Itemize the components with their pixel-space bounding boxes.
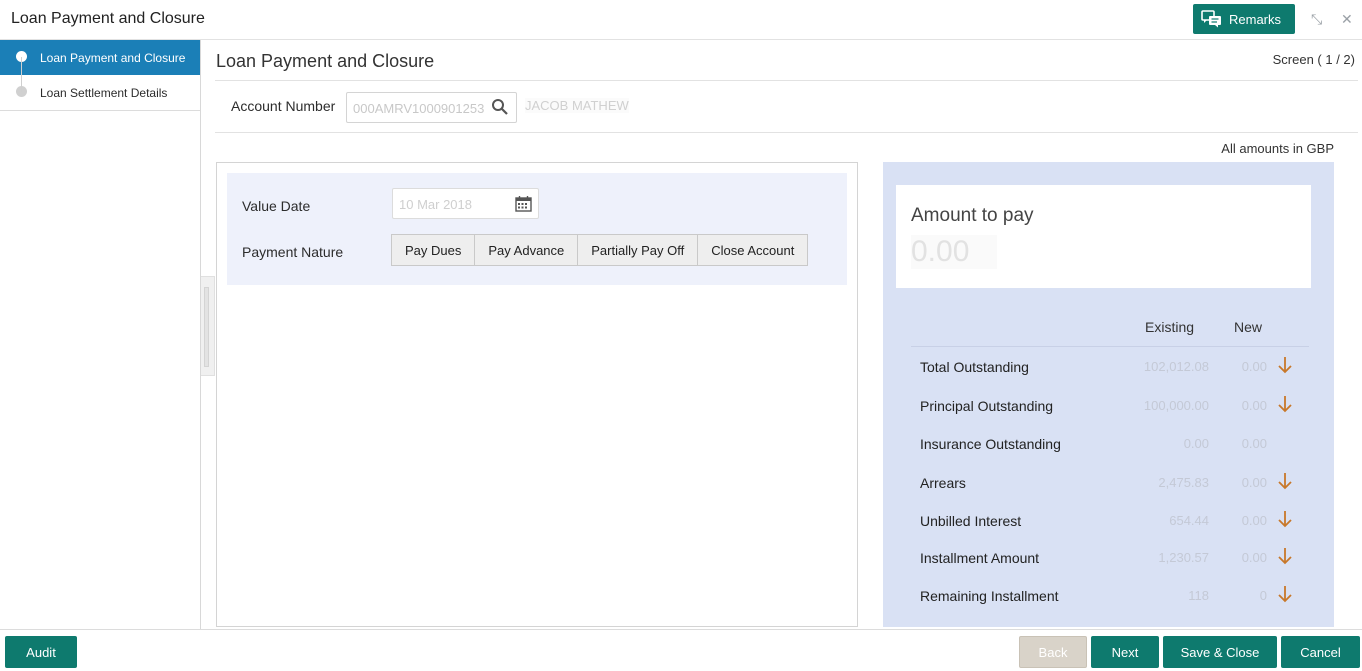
summary-row: Unbilled Interest 654.44 0.00 — [920, 511, 1320, 531]
arrow-down-icon — [1278, 396, 1292, 413]
summary-row-new: 0.00 — [1241, 359, 1267, 374]
summary-row: Arrears 2,475.83 0.00 — [920, 473, 1320, 493]
account-divider — [215, 132, 1358, 133]
account-number-value: 000AMRV1000901253 — [353, 101, 485, 116]
summary-row-new: 0.00 — [1241, 475, 1267, 490]
steps-sidebar: Loan Payment and Closure Loan Settlement… — [0, 40, 201, 629]
summary-row-existing: 118 — [1188, 588, 1209, 603]
partially-pay-off-option[interactable]: Partially Pay Off — [577, 234, 699, 266]
window-title: Loan Payment and Closure — [11, 10, 205, 27]
summary-row-existing: 1,230.57 — [1158, 550, 1209, 565]
summary-row-new: 0 — [1259, 588, 1267, 603]
new-column-header: New — [1234, 319, 1263, 335]
value-date-field[interactable]: 10 Mar 2018 — [392, 188, 539, 219]
splitter-grip — [204, 287, 209, 367]
arrow-down-icon — [1278, 473, 1292, 490]
payment-input-area: Value Date 10 Mar 2018 Payment Nature Pa… — [227, 173, 847, 285]
summary-row: Installment Amount 1,230.57 0.00 — [920, 548, 1320, 568]
arrow-down-icon — [1278, 548, 1292, 565]
header-divider — [215, 80, 1358, 81]
step-loan-payment-and-closure[interactable]: Loan Payment and Closure — [0, 40, 200, 75]
summary-row-label: Total Outstanding — [920, 359, 1029, 375]
summary-row-new: 0.00 — [1241, 513, 1267, 528]
currency-note: All amounts in GBP — [1221, 141, 1334, 156]
account-number-label: Account Number — [231, 98, 336, 114]
summary-row: Total Outstanding 102,012.08 0.00 — [920, 357, 1320, 377]
arrow-down-icon — [1278, 511, 1292, 528]
search-icon[interactable] — [491, 98, 509, 116]
summary-row-label: Remaining Installment — [920, 588, 1059, 604]
payment-nature-toggle: Pay Dues Pay Advance Partially Pay Off C… — [391, 234, 809, 266]
loan-summary-panel: Amount to pay 0.00 Existing New Total Ou… — [883, 162, 1334, 627]
summary-row-existing: 2,475.83 — [1158, 475, 1209, 490]
arrow-down-icon — [1278, 586, 1292, 603]
step-loan-settlement-details[interactable]: Loan Settlement Details — [0, 75, 200, 110]
window-titlebar: Loan Payment and Closure Remarks ⤡ ✕ — [0, 0, 1362, 40]
summary-row-existing: 0.00 — [1183, 436, 1209, 451]
summary-row-label: Arrears — [920, 475, 966, 491]
pay-advance-option[interactable]: Pay Advance — [474, 234, 579, 266]
amount-to-pay-value: 0.00 — [911, 235, 998, 269]
summary-row-new: 0.00 — [1241, 436, 1267, 451]
summary-row-label: Principal Outstanding — [920, 398, 1054, 414]
account-holder-name: JACOB MATHEW — [525, 98, 629, 113]
summary-row-label: Installment Amount — [920, 550, 1040, 566]
pay-dues-option[interactable]: Pay Dues — [391, 234, 476, 266]
payment-nature-label: Payment Nature — [242, 244, 344, 260]
close-icon[interactable]: ✕ — [1341, 11, 1353, 28]
panel-splitter-handle[interactable] — [201, 276, 215, 376]
step-connector — [21, 57, 22, 92]
step-label: Loan Payment and Closure — [40, 50, 186, 65]
existing-column-header: Existing — [1145, 319, 1195, 335]
remarks-label: Remarks — [1229, 11, 1282, 27]
amount-to-pay-label: Amount to pay — [911, 205, 1034, 226]
account-number-field[interactable]: 000AMRV1000901253 — [346, 92, 517, 123]
close-account-option[interactable]: Close Account — [697, 234, 809, 266]
value-date-label: Value Date — [242, 198, 311, 214]
payment-form-panel: Value Date 10 Mar 2018 Payment Nature Pa… — [216, 162, 858, 627]
page-title: Loan Payment and Closure — [216, 51, 435, 71]
amount-to-pay-card: Amount to pay 0.00 — [896, 185, 1311, 288]
summary-row-existing: 654.44 — [1169, 513, 1209, 528]
next-button[interactable]: Next — [1091, 636, 1159, 668]
step-label: Loan Settlement Details — [40, 85, 168, 100]
save-close-button[interactable]: Save & Close — [1163, 636, 1277, 668]
value-date-value: 10 Mar 2018 — [399, 197, 472, 212]
audit-button[interactable]: Audit — [5, 636, 77, 668]
summary-row-existing: 100,000.00 — [1143, 398, 1209, 413]
footer-bar: Audit Back Next Save & Close Cancel — [0, 629, 1362, 671]
summary-row-label: Unbilled Interest — [920, 513, 1022, 529]
screen-counter: Screen ( 1 / 2) — [1272, 52, 1355, 67]
remarks-button[interactable]: Remarks — [1193, 4, 1295, 34]
cancel-button[interactable]: Cancel — [1281, 636, 1360, 668]
sidebar-divider — [0, 110, 200, 111]
chat-bubbles-icon — [1201, 10, 1221, 28]
summary-header-divider — [911, 346, 1309, 347]
summary-row-label: Insurance Outstanding — [920, 436, 1061, 452]
summary-row-existing: 102,012.08 — [1143, 359, 1209, 374]
calendar-icon[interactable] — [515, 195, 532, 212]
summary-row: Insurance Outstanding 0.00 0.00 — [920, 434, 1320, 454]
summary-row: Principal Outstanding 100,000.00 0.00 — [920, 396, 1320, 416]
summary-row-new: 0.00 — [1241, 398, 1267, 413]
summary-row-new: 0.00 — [1241, 550, 1267, 565]
collapse-icon[interactable]: ⤡ — [1311, 11, 1322, 28]
back-button[interactable]: Back — [1019, 636, 1087, 668]
arrow-down-icon — [1278, 357, 1292, 374]
summary-row: Remaining Installment 118 0 — [920, 586, 1320, 606]
